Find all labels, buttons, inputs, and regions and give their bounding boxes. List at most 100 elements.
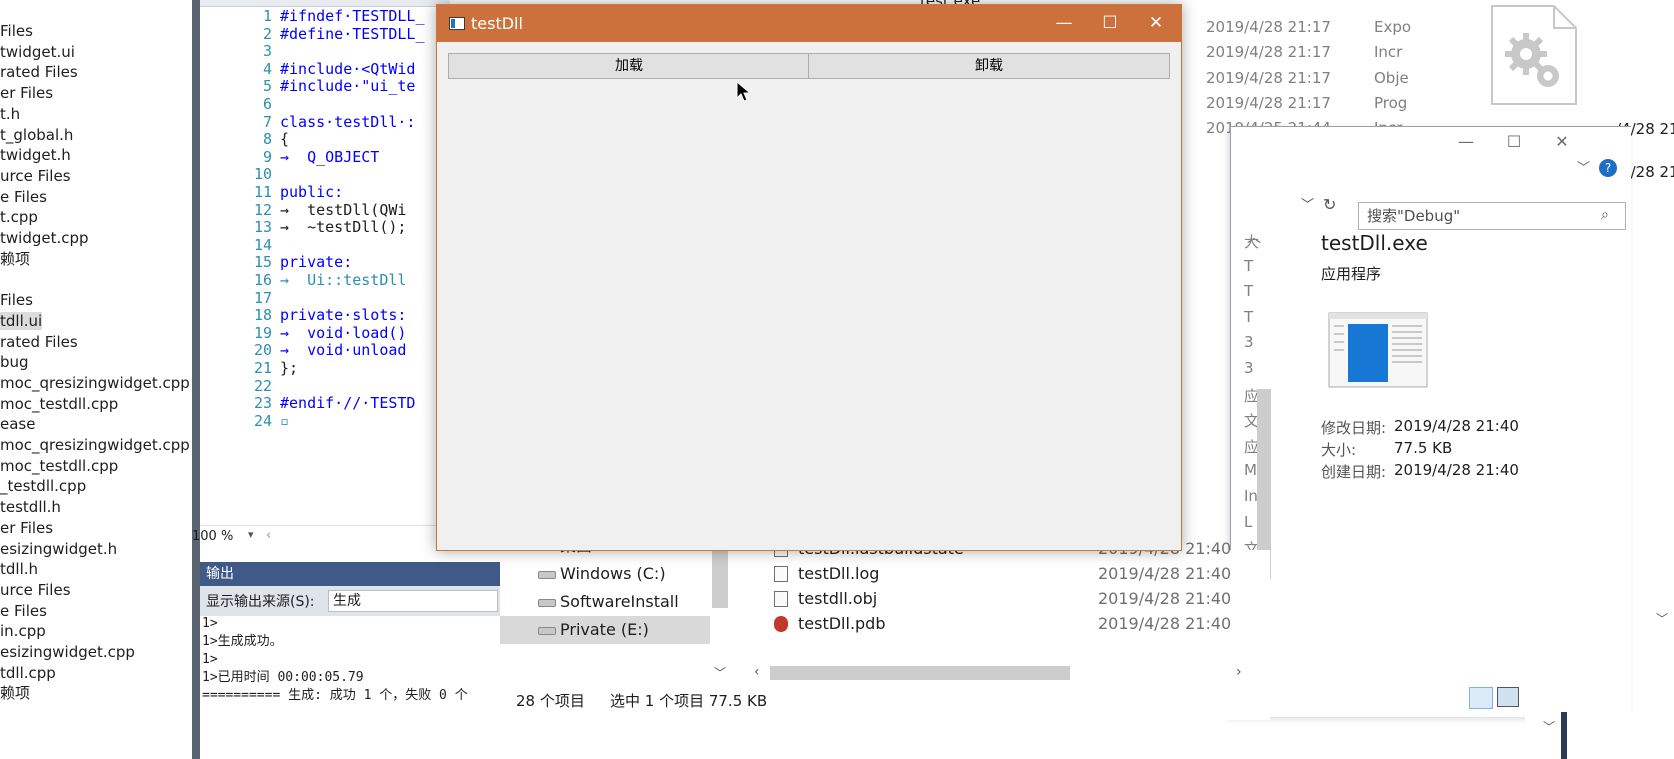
tree-item-label: t_global.h — [0, 125, 74, 144]
preview-file-name: testDll.exe — [1321, 231, 1428, 255]
nav-item[interactable]: Windows (C:) — [500, 560, 710, 588]
type-column-cell: In — [1244, 487, 1258, 505]
nav-scrollbar-thumb[interactable] — [712, 550, 728, 608]
search-icon[interactable]: ⌕ — [1601, 207, 1609, 223]
line-number: 22 — [253, 376, 272, 395]
file-row[interactable]: testdll.obj 2019/4/28 21:40 — [770, 586, 1390, 612]
background-file-type: Incr — [1374, 43, 1403, 62]
solution-tree-item[interactable]: moc_testdll.cpp — [0, 455, 118, 477]
solution-tree-item[interactable]: twidget.ui — [0, 41, 75, 63]
code-editor[interactable]: 1 #ifndef·TESTDLL_ 2 #define·TESTDLL_ 3 4 #inc… — [200, 0, 450, 545]
nav-item[interactable]: Private (E:) — [500, 616, 710, 644]
scroll-left-icon[interactable]: ‹ — [266, 528, 271, 543]
solution-tree-item[interactable]: moc_qresizingwidget.cpp — [0, 434, 190, 456]
solution-tree-item[interactable]: Files — [0, 20, 33, 42]
output-line: 1>已用时间 00:00:05.79 — [202, 670, 364, 685]
solution-tree-item[interactable]: tdll.h — [0, 558, 38, 580]
solution-tree-item[interactable]: ease — [0, 413, 35, 435]
details-scroll-down-icon[interactable]: ﹀ — [1656, 610, 1668, 627]
output-source-select[interactable]: 生成 — [328, 590, 498, 612]
solution-tree-item[interactable]: twidget.cpp — [0, 227, 89, 249]
solution-tree-item[interactable]: _testdll.cpp — [0, 475, 86, 497]
list-horizontal-scrollbar[interactable] — [770, 666, 1070, 680]
code-line: }; — [280, 359, 299, 377]
close-icon[interactable]: ✕ — [1542, 127, 1582, 157]
solution-tree-item[interactable]: t_global.h — [0, 124, 73, 146]
solution-tree-item[interactable]: Files — [0, 289, 33, 311]
file-icon — [774, 616, 788, 632]
solution-tree-item[interactable]: 赖项 — [0, 248, 30, 270]
zoom-level[interactable]: 100 % — [192, 529, 233, 544]
code-line: #include·<QtWid — [280, 59, 416, 78]
tree-item-label: twidget.h — [0, 146, 71, 165]
solution-tree-item[interactable]: er Files — [0, 517, 53, 539]
solution-tree-item[interactable]: 赖项 — [0, 682, 30, 704]
nav-item-label: Private (E:) — [560, 620, 649, 639]
refresh-icon[interactable]: ↻ — [1323, 195, 1336, 214]
large-icons-view-icon[interactable] — [1497, 687, 1519, 707]
file-icon — [774, 566, 788, 582]
solution-tree-item[interactable]: e Files — [0, 186, 47, 208]
solution-tree-item[interactable]: e Files — [0, 600, 47, 622]
panel-splitter[interactable] — [192, 0, 200, 759]
drive-icon — [538, 599, 556, 607]
solution-tree-item[interactable]: in.cpp — [0, 620, 46, 642]
search-input[interactable]: 搜索"Debug" — [1358, 202, 1626, 230]
output-text-area[interactable]: 1> 1>生成成功。 1> 1>已用时间 00:00:05.79 ========== … — [200, 616, 500, 759]
minimize-icon[interactable]: — — [1041, 5, 1087, 42]
preview-file-type: 应用程序 — [1321, 265, 1382, 283]
solution-tree-item[interactable]: tdll.cpp — [0, 662, 56, 684]
solution-tree-item[interactable]: bug — [0, 351, 29, 373]
tree-item-label: urce Files — [0, 166, 71, 185]
line-number: 4 — [262, 59, 272, 78]
file-row[interactable]: testDll.log 2019/4/28 21:40 — [770, 561, 1390, 587]
unload-button[interactable]: 卸载 — [808, 53, 1170, 79]
solution-tree-item[interactable]: t.cpp — [0, 206, 38, 228]
solution-tree-item[interactable]: twidget.h — [0, 144, 71, 166]
nav-scroll-down-icon[interactable]: ﹀ — [714, 664, 726, 681]
tree-item-label: moc_testdll.cpp — [0, 394, 119, 413]
solution-tree-item[interactable]: esizingwidget.h — [0, 538, 117, 560]
list-scroll-left-icon[interactable]: ‹ — [754, 664, 760, 680]
solution-tree-item[interactable]: moc_qresizingwidget.cpp — [0, 372, 190, 394]
line-number: 10 — [253, 165, 272, 184]
maximize-icon[interactable]: ☐ — [1087, 5, 1133, 42]
solution-tree-item[interactable]: urce Files — [0, 579, 71, 601]
minimize-icon[interactable]: — — [1446, 127, 1486, 157]
output-line: 1> — [202, 616, 218, 631]
code-line: #include·"ui_te — [280, 77, 416, 96]
expand-ribbon-icon[interactable]: ﹀ — [1577, 157, 1590, 176]
file-date: 2019/4/28 21:40 — [1098, 589, 1232, 608]
file-row[interactable]: testDll.pdb 2019/4/28 21:40 — [770, 611, 1390, 637]
solution-tree-item[interactable]: rated Files — [0, 61, 78, 83]
solution-tree-item[interactable]: esizingwidget.cpp — [0, 641, 135, 663]
solution-tree-item[interactable]: moc_testdll.cpp — [0, 393, 118, 415]
vs-scroll-down-icon[interactable]: ﹀ — [1543, 718, 1555, 735]
line-number: 12 — [253, 200, 272, 219]
solution-tree-item[interactable]: t.h — [0, 103, 20, 125]
solution-tree-item[interactable]: testdll.h — [0, 496, 61, 518]
solution-tree-item[interactable]: urce Files — [0, 165, 71, 187]
line-number: 6 — [262, 95, 272, 113]
close-icon[interactable]: ✕ — [1133, 5, 1179, 42]
list-scroll-right-icon[interactable]: › — [1236, 664, 1242, 680]
testdll-titlebar[interactable]: testDll — ☐ ✕ — [437, 5, 1181, 42]
zoom-dropdown-icon[interactable]: ▾ — [248, 528, 254, 541]
line-number: 2 — [262, 24, 272, 43]
load-button[interactable]: 加载 — [448, 53, 810, 79]
file-list: testDll.lastbuildstate2019/4/28 21:40tes… — [770, 536, 1410, 646]
line-number: 14 — [253, 235, 272, 254]
solution-tree-item[interactable]: rated Files — [0, 331, 78, 353]
solution-tree-item[interactable]: er Files — [0, 82, 53, 104]
background-file-date: 2019/4/28 21:17 — [1206, 68, 1331, 87]
address-dropdown-icon[interactable]: ﹀ — [1301, 194, 1314, 213]
maximize-icon[interactable]: ☐ — [1494, 127, 1534, 157]
details-view-icon[interactable] — [1469, 687, 1493, 709]
output-panel-title: 输出 — [200, 562, 500, 586]
output-line: 1>生成成功。 — [202, 634, 283, 649]
solution-tree-item[interactable]: tdll.ui — [0, 310, 43, 332]
tree-item-label: Files — [0, 22, 33, 40]
help-icon[interactable]: ? — [1599, 159, 1617, 177]
nav-item[interactable]: SoftwareInstall (D:) — [500, 588, 710, 639]
modified-value: 2019/4/28 21:40 — [1394, 417, 1519, 435]
